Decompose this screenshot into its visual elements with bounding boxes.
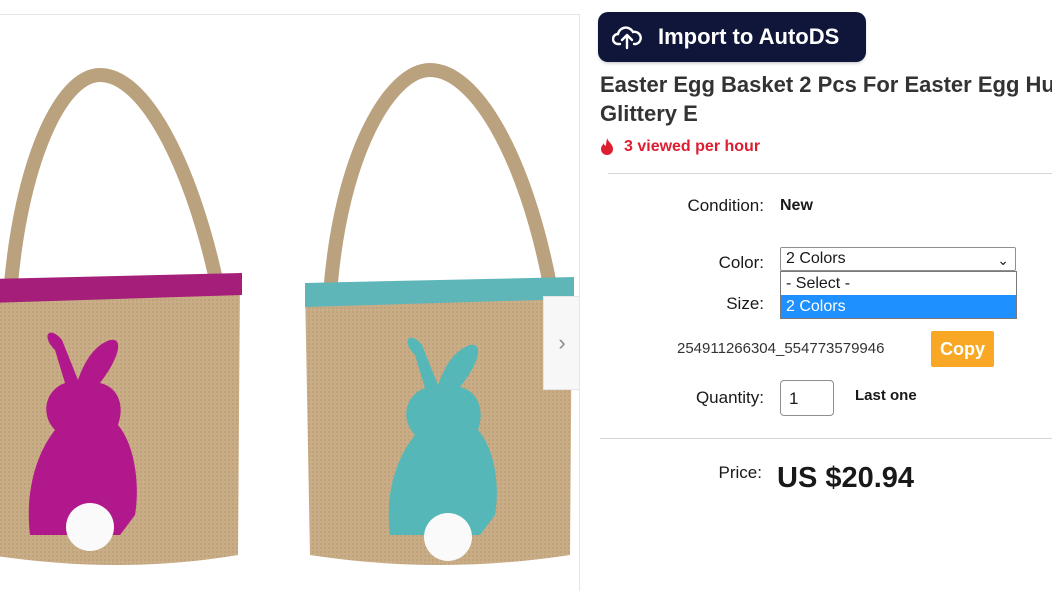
color-label: Color: (718, 253, 764, 272)
fire-icon (601, 138, 613, 155)
copy-button[interactable]: Copy (931, 331, 994, 367)
import-button-label: Import to AutoDS (658, 24, 840, 49)
color-option-select[interactable]: - Select - (781, 272, 1016, 295)
views-indicator: 3 viewed per hour (600, 138, 760, 156)
color-dropdown-list[interactable]: - Select - 2 Colors (780, 271, 1017, 319)
product-title: Easter Egg Basket 2 Pcs For Easter Egg H… (600, 70, 1052, 128)
product-title-line1: Easter Egg Basket 2 Pcs For Easter Egg H… (600, 72, 1052, 97)
color-select[interactable]: 2 Colors ⌄ (780, 247, 1016, 271)
cloud-upload-icon (612, 22, 642, 52)
color-option-2-colors[interactable]: 2 Colors (781, 295, 1016, 318)
views-text: 3 viewed per hour (624, 138, 761, 155)
sku-text: 254911266304_554773579946 (677, 340, 885, 357)
import-to-autods-button[interactable]: Import to AutoDS (600, 14, 864, 60)
product-title-line2: Glittery E (600, 101, 698, 126)
divider (600, 438, 1052, 439)
size-label: Size: (726, 294, 764, 313)
quantity-label: Quantity: (695, 388, 764, 407)
chevron-down-icon: ⌄ (997, 252, 1009, 268)
divider (608, 173, 1052, 174)
product-image (0, 62, 574, 565)
next-image-button[interactable]: › (543, 296, 579, 390)
product-image-gallery[interactable]: › (0, 14, 580, 591)
stock-note: Last one (855, 387, 917, 404)
condition-value: New (780, 197, 813, 214)
price-value: US $20.94 (777, 462, 915, 494)
condition-label: Condition: (687, 196, 764, 215)
quantity-input[interactable]: 1 (780, 380, 834, 416)
chevron-right-icon: › (558, 330, 566, 355)
price-label: Price: (718, 463, 762, 482)
color-select-value: 2 Colors (786, 250, 846, 267)
